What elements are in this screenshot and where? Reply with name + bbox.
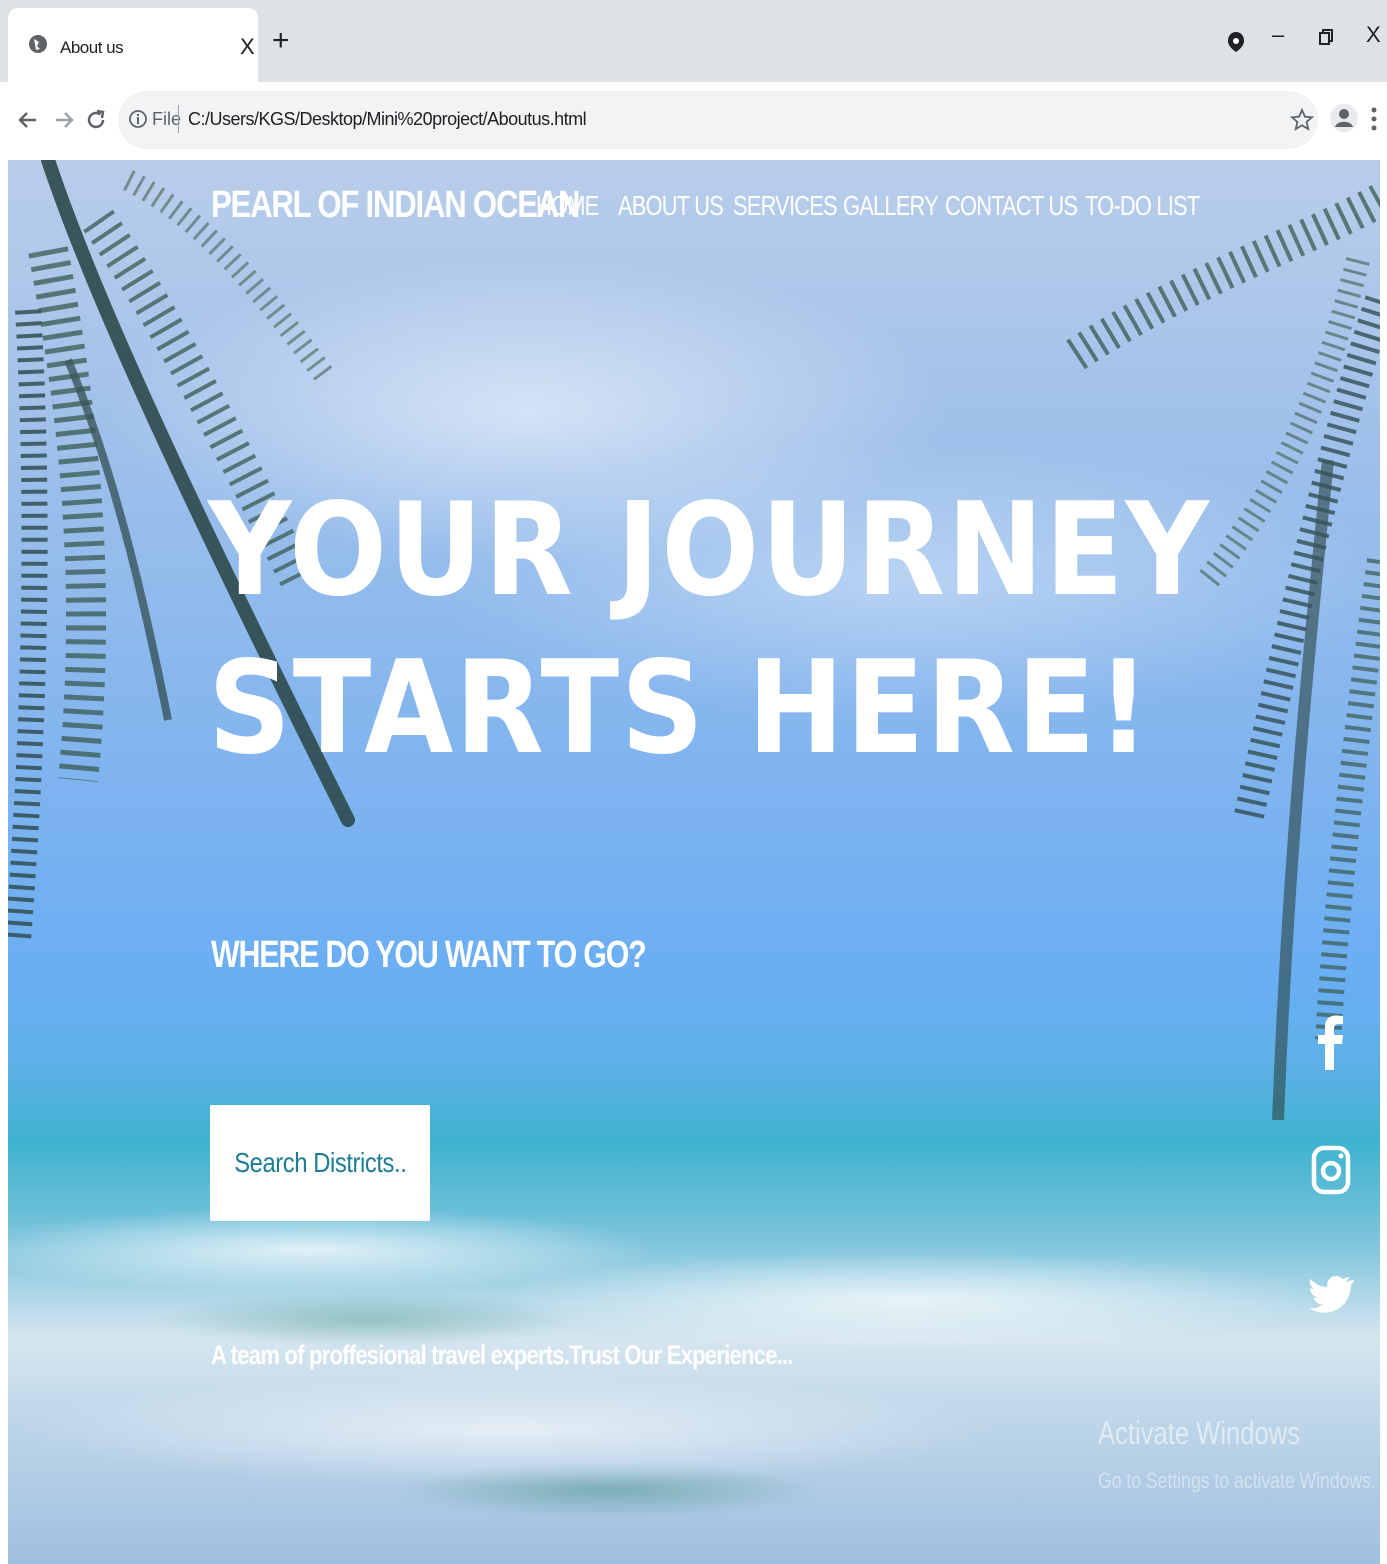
plus-icon[interactable]: + [272, 24, 290, 58]
tagline: A team of proffesional travel experts.Tr… [211, 1340, 793, 1370]
search-districts-button[interactable]: Search Districts.. [210, 1105, 430, 1221]
back-icon[interactable] [16, 108, 40, 132]
instagram-icon[interactable] [1308, 1140, 1354, 1200]
menu-icon[interactable] [1370, 106, 1378, 132]
twitter-icon[interactable] [1308, 1265, 1354, 1325]
hero-section: PEARL OF INDIAN OCEAN HOME ABOUT US SERV… [8, 160, 1380, 1564]
close-icon[interactable]: X [240, 34, 255, 60]
browser-tab[interactable]: About us X [8, 8, 258, 82]
site-brand[interactable]: PEARL OF INDIAN OCEAN [211, 184, 581, 227]
nav-home[interactable]: HOME [536, 190, 600, 222]
restore-icon[interactable] [1318, 28, 1334, 46]
activate-windows-title: Activate Windows [1098, 1415, 1301, 1451]
activate-windows-hint: Go to Settings to activate Windows. [1098, 1468, 1376, 1493]
tab-strip: About us X + – X [0, 0, 1387, 82]
nav-contact-us[interactable]: CONTACT US [945, 190, 1078, 222]
star-icon[interactable] [1290, 108, 1314, 132]
search-districts-label: Search Districts.. [233, 1147, 407, 1178]
hero-heading-line2: STARTS HERE! [208, 634, 1152, 783]
nav-gallery[interactable]: GALLERY [843, 190, 939, 222]
facebook-icon[interactable] [1308, 1010, 1354, 1070]
window-close-icon[interactable]: X [1366, 22, 1381, 48]
reload-icon[interactable] [84, 108, 108, 132]
address-bar[interactable]: File C:/Users/KGS/Desktop/Mini%20project… [118, 91, 1318, 149]
ocean-surf [8, 1180, 1380, 1564]
forward-icon[interactable] [52, 108, 76, 132]
omnibox-divider [178, 105, 179, 133]
hero-subtitle: WHERE DO YOU WANT TO GO? [211, 934, 647, 976]
site-nav: HOME ABOUT US SERVICES GALLERY CONTACT U… [536, 190, 1205, 222]
hero-heading-line1: YOUR JOURNEY [208, 476, 1211, 625]
browser-chrome: About us X + – X File C:/Users/KGS/Deskt… [0, 0, 1387, 160]
minimize-icon[interactable]: – [1272, 22, 1284, 48]
tab-title: About us [60, 38, 124, 57]
hero-heading: YOUR JOURNEY STARTS HERE! [208, 472, 1211, 788]
globe-icon [29, 35, 47, 53]
extension-icon[interactable] [1226, 30, 1246, 54]
nav-todo-list[interactable]: TO-DO LIST [1085, 190, 1200, 222]
nav-about-us[interactable]: ABOUT US [618, 190, 724, 222]
info-icon[interactable] [128, 109, 148, 129]
profile-icon[interactable] [1330, 104, 1358, 132]
url-text[interactable]: C:/Users/KGS/Desktop/Mini%20project/Abou… [188, 109, 587, 130]
nav-services[interactable]: SERVICES [733, 190, 838, 222]
file-label: File [152, 109, 182, 129]
